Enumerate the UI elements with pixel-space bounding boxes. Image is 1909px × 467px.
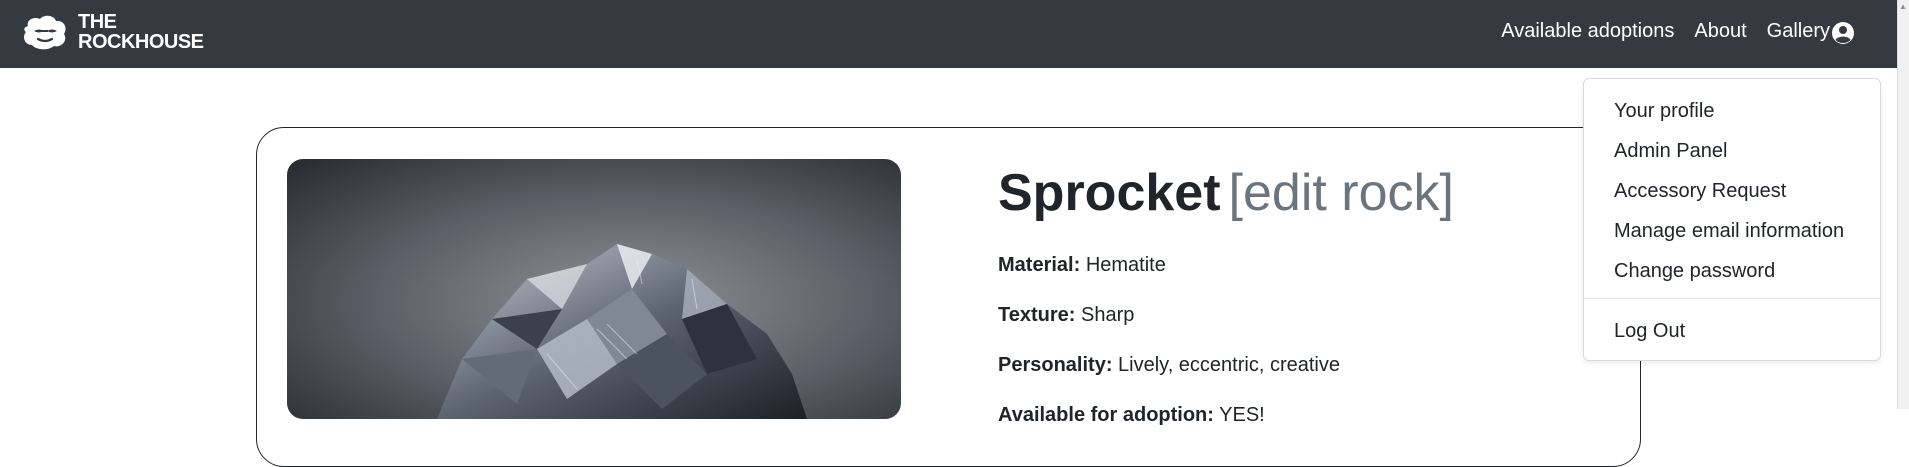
attribute-personality: Personality: Lively, eccentric, creative (998, 353, 1340, 377)
user-dropdown-menu: Your profile Admin Panel Accessory Reque… (1583, 78, 1881, 361)
attribute-label: Personality: (998, 354, 1113, 376)
menu-item-change-password[interactable]: Change password (1614, 260, 1775, 283)
rock-photo (287, 159, 901, 419)
scroll-up-arrow-icon[interactable]: ▲ (1899, 2, 1907, 11)
menu-item-manage-email[interactable]: Manage email information (1614, 220, 1844, 243)
rock-name: Sprocket (998, 164, 1221, 222)
attribute-value: Hematite (1085, 254, 1166, 276)
top-navbar: THE ROCKHOUSE Available adoptions About … (0, 0, 1898, 68)
attribute-label: Texture: (998, 304, 1076, 326)
menu-item-log-out[interactable]: Log Out (1614, 320, 1685, 343)
attribute-value: YES! (1219, 404, 1265, 426)
menu-item-accessory-request[interactable]: Accessory Request (1614, 180, 1786, 203)
vertical-scrollbar[interactable]: ▲ (1897, 0, 1909, 409)
brand-name: THE ROCKHOUSE (78, 12, 204, 52)
nav-link-gallery[interactable]: Gallery (1767, 20, 1830, 43)
attribute-label: Material: (998, 254, 1081, 276)
user-circle-icon[interactable] (1831, 21, 1855, 45)
nav-links: Available adoptions About Gallery (1481, 20, 1830, 43)
attribute-texture: Texture: Sharp (998, 303, 1134, 327)
brand-line-1: THE (78, 11, 117, 33)
menu-item-admin-panel[interactable]: Admin Panel (1614, 140, 1727, 163)
attribute-availability: Available for adoption: YES! (998, 403, 1265, 427)
menu-divider (1584, 298, 1880, 299)
rock-mascot-logo-icon (24, 15, 66, 50)
attribute-label: Available for adoption: (998, 404, 1214, 426)
nav-link-about[interactable]: About (1694, 20, 1746, 43)
brand-line-2: ROCKHOUSE (78, 31, 204, 53)
menu-item-your-profile[interactable]: Your profile (1614, 100, 1714, 123)
edit-rock-link[interactable]: [edit rock] (1229, 164, 1454, 222)
attribute-value: Lively, eccentric, creative (1118, 354, 1340, 376)
nav-link-available-adoptions[interactable]: Available adoptions (1501, 20, 1674, 43)
attribute-value: Sharp (1080, 304, 1135, 326)
rock-title: Sprocket [edit rock] (998, 158, 1454, 228)
attribute-material: Material: Hematite (998, 253, 1166, 277)
brand-logo-link[interactable]: THE ROCKHOUSE (20, 12, 204, 52)
